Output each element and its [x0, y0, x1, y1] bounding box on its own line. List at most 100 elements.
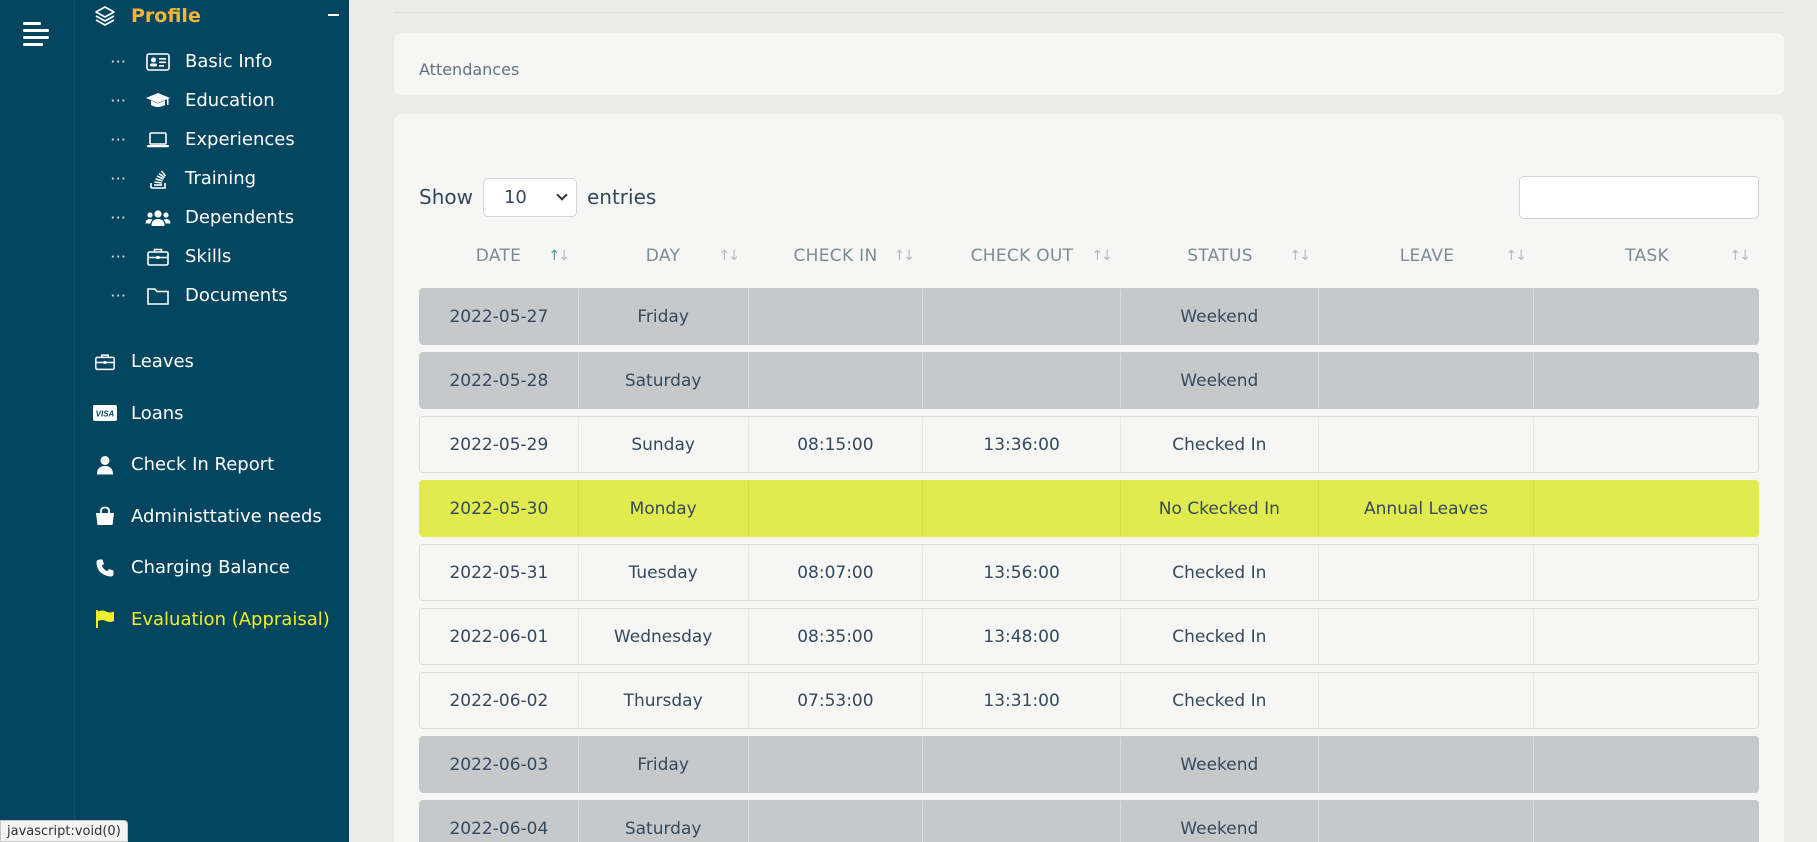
- cell-status: Weekend: [1121, 801, 1319, 842]
- cell-status: Checked In: [1121, 545, 1319, 600]
- sidebar-item-label: Skills: [185, 246, 232, 267]
- phone-icon: [93, 557, 117, 579]
- cell-status: Checked In: [1121, 417, 1319, 472]
- column-header-check-out[interactable]: CHECK OUT ↑↓: [923, 234, 1121, 278]
- page-title: Attendances: [419, 60, 520, 79]
- sidebar-item-documents[interactable]: ··· Documents: [111, 276, 331, 315]
- sidebar-item-label: Check In Report: [131, 454, 275, 476]
- cell-check-in: [749, 737, 924, 792]
- sidebar-item-training[interactable]: ··· Training: [111, 159, 331, 198]
- cell-status: No Ckecked In: [1121, 481, 1319, 536]
- table-row[interactable]: 2022-06-03 Friday Weekend: [419, 736, 1759, 793]
- cell-leave: [1319, 673, 1535, 728]
- sidebar-item-label: Evaluation (Appraisal): [131, 608, 330, 630]
- cell-task: [1534, 353, 1758, 408]
- cell-date: 2022-05-28: [420, 353, 579, 408]
- menu-toggle-icon[interactable]: [23, 22, 51, 46]
- folder-icon: [145, 285, 171, 307]
- left-rail: [0, 0, 75, 842]
- cell-day: Saturday: [579, 353, 749, 408]
- cell-check-out: 13:36:00: [923, 417, 1121, 472]
- column-header-task[interactable]: TASK ↑↓: [1535, 234, 1759, 278]
- sidebar-item-label: Basic Info: [185, 51, 273, 72]
- cell-check-out: [923, 353, 1121, 408]
- column-header-leave[interactable]: LEAVE ↑↓: [1319, 234, 1535, 278]
- show-label: Show: [419, 185, 473, 209]
- sidebar-item-experiences[interactable]: ··· Experiences: [111, 120, 331, 159]
- cell-status: Weekend: [1121, 353, 1319, 408]
- sort-icon: ↑↓: [1505, 248, 1527, 264]
- sort-icon: ↑↓: [1289, 248, 1311, 264]
- cell-check-in: [749, 481, 924, 536]
- cell-task: [1534, 609, 1758, 664]
- table-body: 2022-05-27 Friday Weekend 2022-05-28 Sat…: [419, 288, 1759, 842]
- cell-date: 2022-05-30: [420, 481, 579, 536]
- table-row[interactable]: 2022-05-28 Saturday Weekend: [419, 352, 1759, 409]
- column-header-status[interactable]: STATUS ↑↓: [1121, 234, 1319, 278]
- cell-check-out: 13:48:00: [923, 609, 1121, 664]
- cell-task: [1534, 545, 1758, 600]
- table-row[interactable]: 2022-05-27 Friday Weekend: [419, 288, 1759, 345]
- cell-day: Monday: [579, 481, 749, 536]
- sidebar-item-dependents[interactable]: ··· Dependents: [111, 198, 331, 237]
- users-icon: [145, 207, 171, 229]
- table-row[interactable]: 2022-05-31 Tuesday 08:07:00 13:56:00 Che…: [419, 544, 1759, 601]
- table-row[interactable]: 2022-06-02 Thursday 07:53:00 13:31:00 Ch…: [419, 672, 1759, 729]
- table-row[interactable]: 2022-05-30 Monday No Ckecked In Annual L…: [419, 480, 1759, 537]
- cell-leave: [1319, 737, 1535, 792]
- page-length-control: Show 10 entries: [419, 177, 656, 217]
- table-header: DATE ↑↓ DAY ↑↓ CHECK IN ↑↓ CHECK OUT ↑↓ STAT…: [419, 234, 1759, 278]
- cell-date: 2022-05-31: [420, 545, 579, 600]
- id-card-icon: [145, 51, 171, 73]
- page-size-value: 10: [503, 186, 527, 208]
- column-header-check-in[interactable]: CHECK IN ↑↓: [748, 234, 923, 278]
- sidebar-item-education[interactable]: ··· Education: [111, 81, 331, 120]
- cell-day: Friday: [579, 289, 749, 344]
- search-input[interactable]: [1519, 176, 1759, 219]
- cell-status: Checked In: [1121, 609, 1319, 664]
- cell-check-in: [749, 353, 924, 408]
- cell-date: 2022-05-29: [420, 417, 579, 472]
- column-header-date[interactable]: DATE ↑↓: [419, 234, 578, 278]
- sidebar-item-charging-balance[interactable]: Charging Balance: [93, 542, 343, 594]
- cell-day: Tuesday: [579, 545, 749, 600]
- sidebar-profile-label: Profile: [131, 5, 201, 27]
- entries-label: entries: [586, 185, 657, 209]
- cell-leave: [1319, 801, 1535, 842]
- sidebar-item-evaluation-appraisal[interactable]: Evaluation (Appraisal): [93, 594, 343, 646]
- cell-task: [1534, 289, 1758, 344]
- sidebar-item-leaves[interactable]: Leaves: [93, 336, 343, 388]
- cell-status: Checked In: [1121, 673, 1319, 728]
- sidebar-item-loans[interactable]: VISA Loans: [93, 388, 343, 440]
- cell-day: Saturday: [579, 801, 749, 842]
- sidebar-item-label: Education: [185, 90, 275, 111]
- cell-leave: [1319, 353, 1535, 408]
- collapse-icon[interactable]: [328, 14, 339, 16]
- graduation-cap-icon: [145, 90, 171, 112]
- cell-task: [1534, 737, 1758, 792]
- sidebar-item-label: Charging Balance: [131, 557, 290, 579]
- cell-date: 2022-06-04: [420, 801, 579, 842]
- sidebar-item-skills[interactable]: ··· Skills: [111, 237, 331, 276]
- sidebar-item-basic-info[interactable]: ··· Basic Info: [111, 42, 331, 81]
- sidebar-item-label: Administtative needs: [131, 505, 322, 527]
- cell-status: Weekend: [1121, 737, 1319, 792]
- cell-date: 2022-05-27: [420, 289, 579, 344]
- cell-day: Wednesday: [579, 609, 749, 664]
- sidebar-item-administrative-needs[interactable]: Administtative needs: [93, 491, 343, 543]
- cell-check-out: 13:31:00: [923, 673, 1121, 728]
- briefcase-icon: [145, 246, 171, 268]
- flag-icon: [93, 608, 117, 630]
- table-row[interactable]: 2022-05-29 Sunday 08:15:00 13:36:00 Chec…: [419, 416, 1759, 473]
- page-size-select[interactable]: 10: [482, 177, 577, 217]
- cell-check-in: 08:07:00: [749, 545, 924, 600]
- user-icon: [93, 454, 117, 476]
- sort-icon: ↑↓: [1729, 248, 1751, 264]
- column-header-day[interactable]: DAY ↑↓: [578, 234, 748, 278]
- cell-check-out: [923, 801, 1121, 842]
- sort-icon: ↑↓: [1091, 248, 1113, 264]
- sidebar-profile-header[interactable]: Profile: [93, 3, 339, 29]
- sidebar-item-check-in-report[interactable]: Check In Report: [93, 439, 343, 491]
- table-row[interactable]: 2022-06-04 Saturday Weekend: [419, 800, 1759, 842]
- table-row[interactable]: 2022-06-01 Wednesday 08:35:00 13:48:00 C…: [419, 608, 1759, 665]
